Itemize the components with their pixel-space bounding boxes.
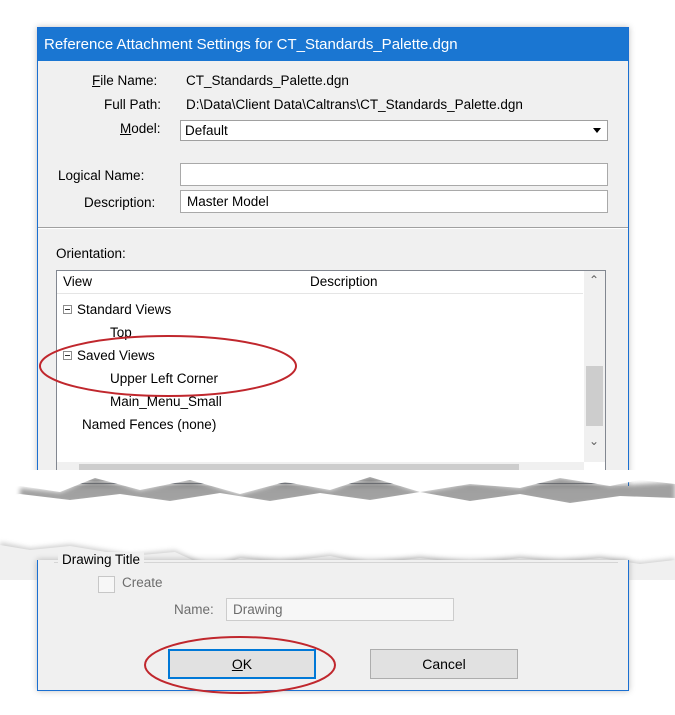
vertical-scrollbar[interactable]: ⌃ ⌄ — [584, 271, 605, 462]
tree-item-named-fences[interactable]: Named Fences (none) — [82, 417, 216, 432]
create-checkbox[interactable] — [98, 576, 115, 593]
tree-item-label: Standard Views — [77, 302, 172, 317]
file-name-value: CT_Standards_Palette.dgn — [186, 73, 349, 88]
model-dropdown[interactable]: Default — [180, 120, 608, 141]
description-label: Description: — [84, 195, 156, 210]
model-label: Model: — [120, 121, 161, 136]
dialog-title: Reference Attachment Settings for CT_Sta… — [38, 28, 628, 61]
tree-item-upper-left-corner[interactable]: Upper Left Corner — [110, 371, 218, 386]
orientation-label: Orientation: — [56, 246, 126, 261]
collapse-icon[interactable] — [63, 305, 72, 314]
vertical-scroll-thumb[interactable] — [586, 366, 603, 426]
scroll-down-icon[interactable]: ⌄ — [589, 434, 599, 448]
scroll-up-icon[interactable]: ⌃ — [589, 273, 599, 287]
full-path-label: Full Path: — [104, 97, 162, 112]
logical-name-input[interactable] — [180, 163, 608, 186]
logical-name-label: Logical Name: — [58, 168, 145, 183]
tree-item-saved-views[interactable]: Saved Views — [63, 348, 155, 363]
model-dropdown-value: Default — [185, 123, 228, 138]
file-name-label: File Name: — [92, 73, 158, 88]
column-header-description[interactable]: Description — [310, 274, 378, 289]
ok-button[interactable]: OK — [168, 649, 316, 679]
cancel-button[interactable]: Cancel — [370, 649, 518, 679]
tree-item-label: Saved Views — [77, 348, 155, 363]
full-path-value: D:\Data\Client Data\Caltrans\CT_Standard… — [186, 97, 523, 112]
list-header: View Description — [57, 271, 583, 294]
tree-item-standard-views[interactable]: Standard Views — [63, 302, 171, 317]
drawing-name-input[interactable]: Drawing — [226, 598, 454, 621]
tree-item-main-menu-small[interactable]: Main_Menu_Small — [110, 394, 222, 409]
collapse-icon[interactable] — [63, 351, 72, 360]
drawing-title-group-label: Drawing Title — [58, 552, 145, 567]
drawing-name-label: Name: — [174, 602, 214, 617]
chevron-down-icon — [593, 128, 601, 133]
separator-highlight — [38, 228, 628, 229]
description-input[interactable]: Master Model — [180, 190, 608, 213]
orientation-list[interactable]: View Description Standard Views Top Save… — [56, 270, 606, 484]
dialog-lower: Drawing Title Create Name: Drawing OK Ca… — [37, 552, 629, 691]
create-label: Create — [122, 575, 163, 590]
column-header-view[interactable]: View — [63, 274, 92, 289]
tree-item-top[interactable]: Top — [110, 325, 132, 340]
